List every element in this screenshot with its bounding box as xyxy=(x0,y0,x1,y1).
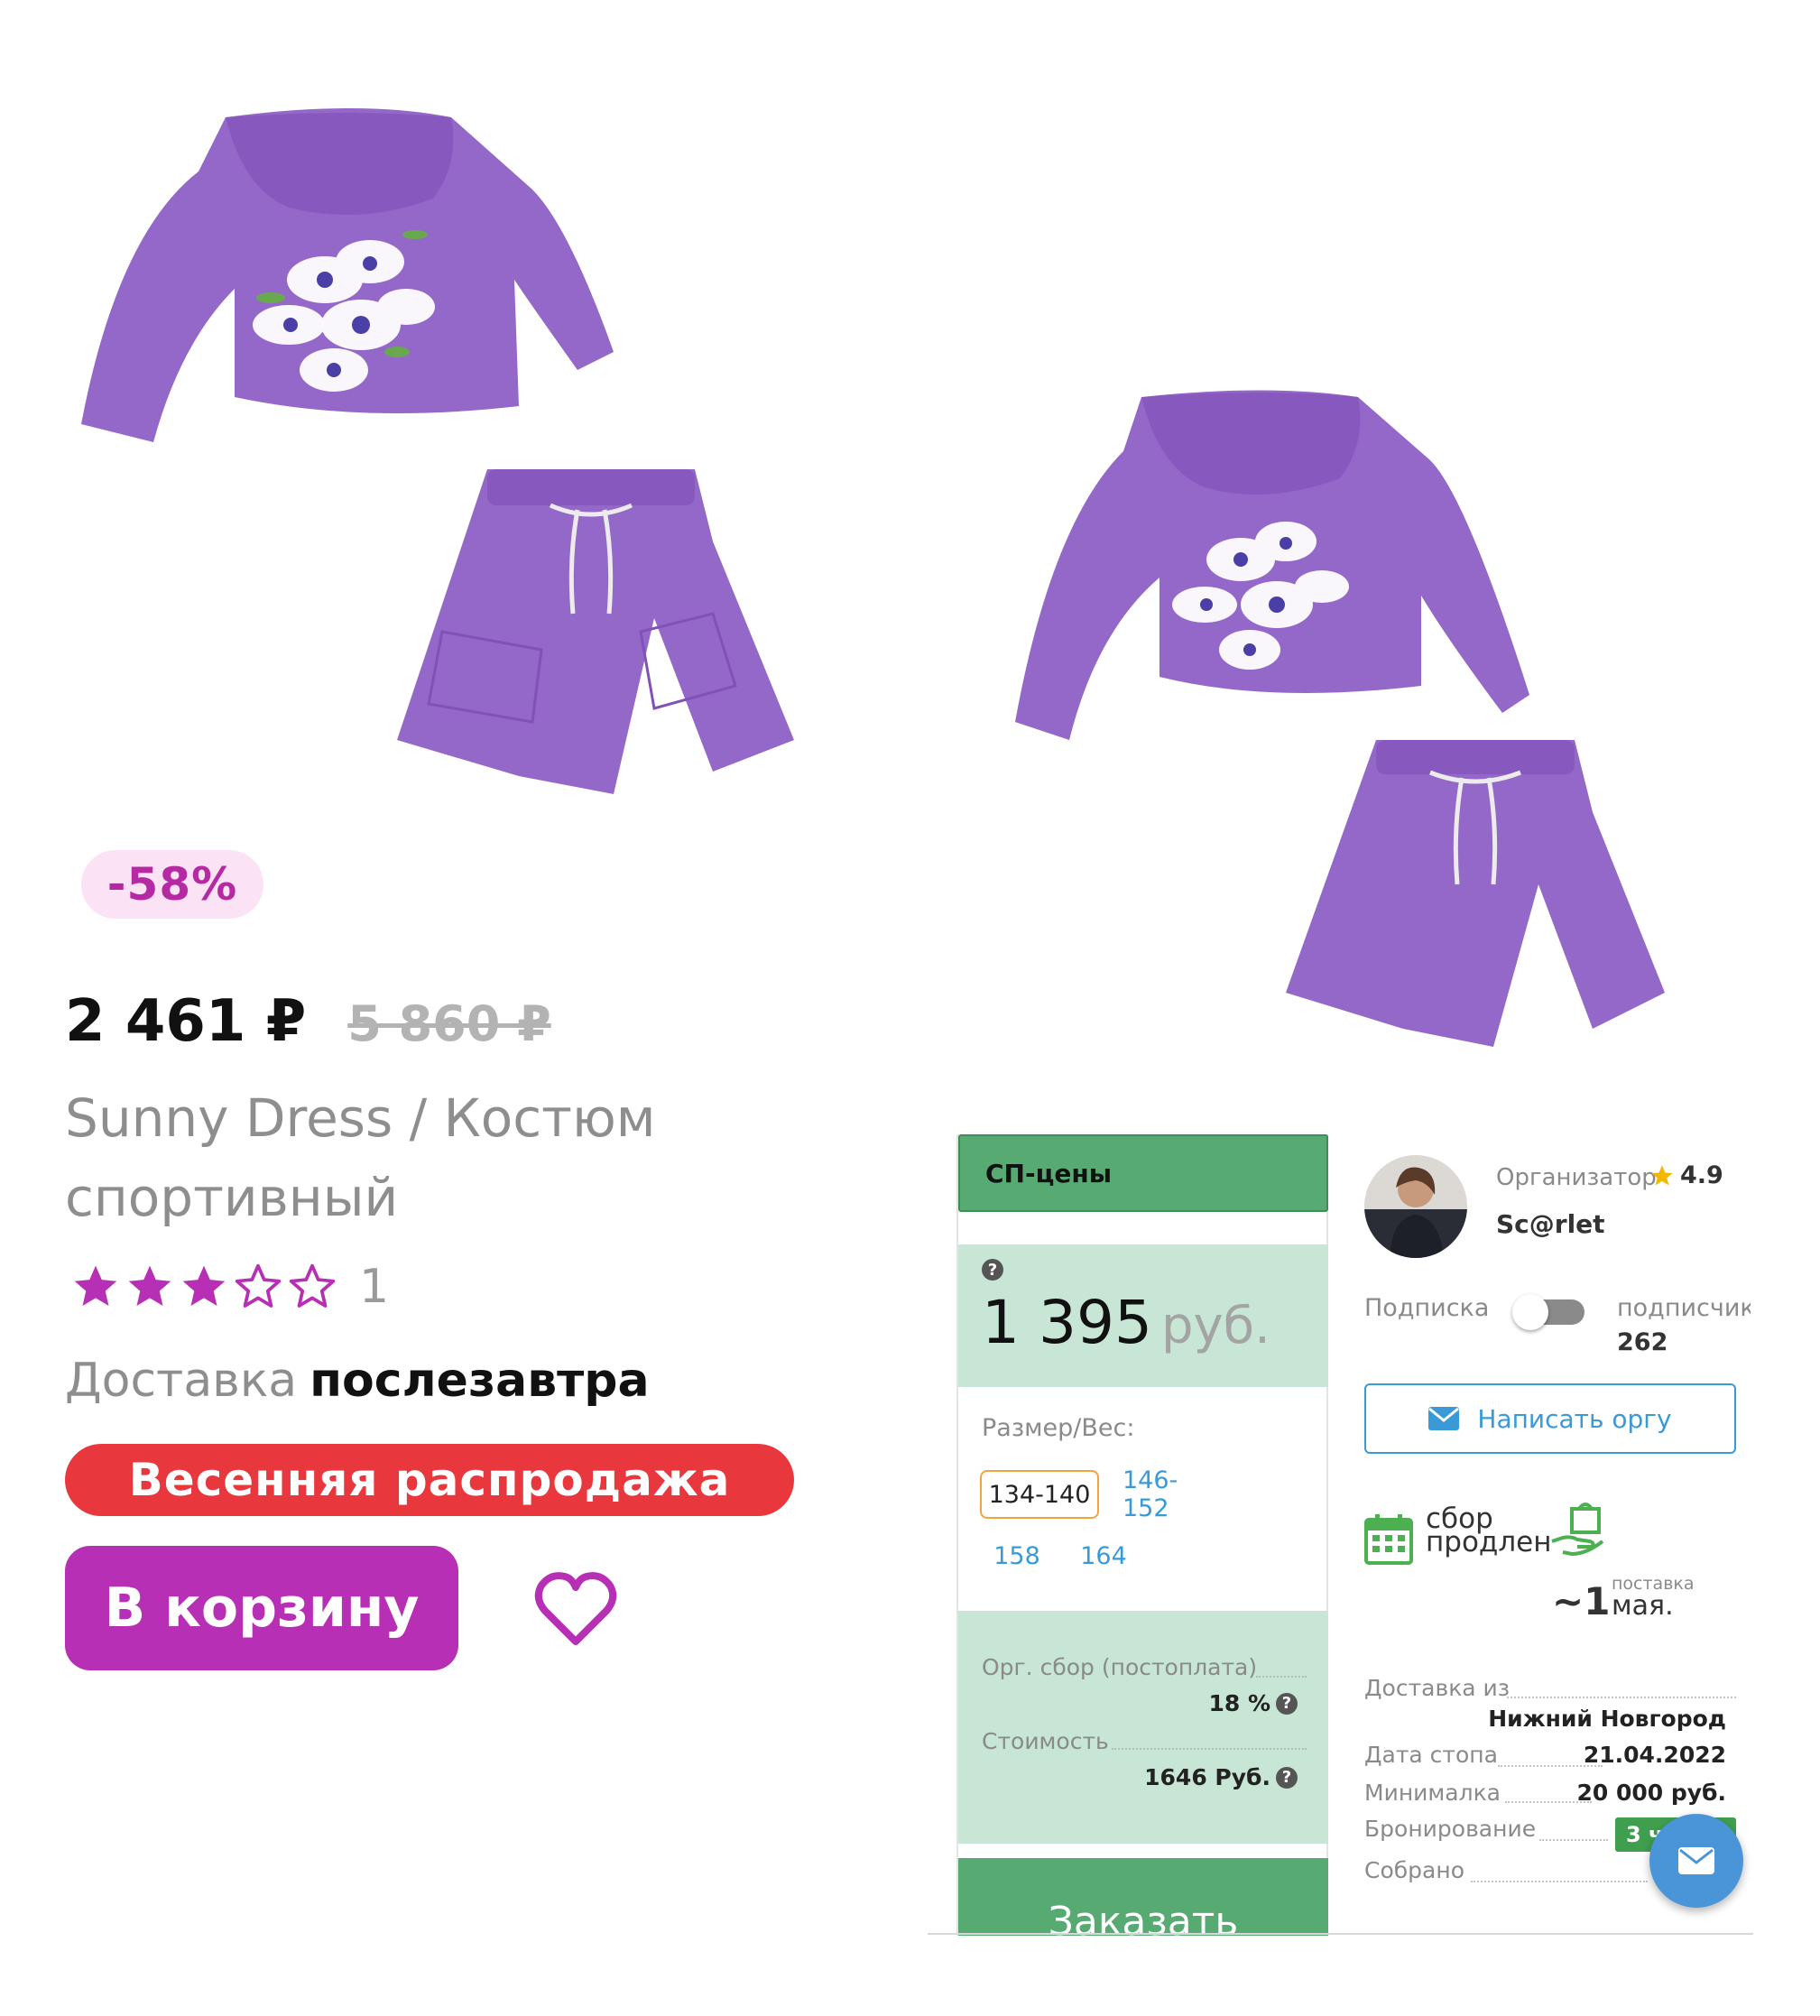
size-label: Размер/Вес: xyxy=(982,1414,1135,1442)
star-icon xyxy=(1651,1164,1673,1185)
cost-label: Стоимость xyxy=(982,1728,1109,1754)
delivery-info: Доставка послезавтра xyxy=(65,1354,650,1408)
dotted-leader xyxy=(1112,1748,1307,1750)
toggle-knob xyxy=(1512,1294,1548,1330)
favorite-button[interactable] xyxy=(532,1566,619,1652)
delivery-from-label: Доставка из xyxy=(1364,1675,1511,1701)
collection-extended: сбор продлен xyxy=(1426,1505,1552,1558)
subscribers-count: 262 xyxy=(1617,1328,1668,1356)
product-title[interactable]: Sunny Dress / Костюм спортивный xyxy=(65,1078,697,1237)
order-button[interactable]: Заказать xyxy=(958,1858,1328,1936)
sale-banner[interactable]: Весенняя распродажа xyxy=(65,1444,794,1516)
sp-fee-box: Орг. сбор (постоплата) 18 % ? Стоимость … xyxy=(958,1611,1328,1844)
sp-price-value: 1 395 xyxy=(982,1288,1152,1357)
stop-date-label: Дата стопа xyxy=(1364,1742,1498,1768)
dotted-leader xyxy=(1539,1839,1608,1841)
write-organizer-button[interactable]: Написать оргу xyxy=(1364,1383,1736,1454)
star-empty-icon xyxy=(289,1263,336,1308)
question-circle-icon[interactable]: ? xyxy=(1276,1766,1298,1789)
organizer-rating-value: 4.9 xyxy=(1680,1161,1723,1189)
org-fee-value: 18 % ? xyxy=(1208,1690,1298,1716)
dotted-leader xyxy=(1471,1881,1648,1882)
divider xyxy=(928,1933,1753,1935)
rating-row[interactable]: 1 xyxy=(70,1260,389,1314)
minimum-label: Минималка xyxy=(1364,1780,1501,1806)
sp-price: 1 395 руб. xyxy=(982,1288,1270,1357)
dotted-leader xyxy=(1256,1676,1307,1678)
delivery-value: послезавтра xyxy=(309,1354,650,1408)
heart-outline-icon xyxy=(534,1572,617,1645)
subscription-label: Подписка xyxy=(1364,1294,1490,1322)
dotted-leader xyxy=(1507,1697,1736,1698)
organizer-avatar[interactable] xyxy=(1364,1155,1467,1258)
order-button-label: Заказать xyxy=(1048,1899,1239,1936)
sp-price-box: ? 1 395 руб. xyxy=(958,1244,1328,1387)
message-fab-button[interactable] xyxy=(1649,1814,1743,1908)
size-option-134-140[interactable]: 134-140 xyxy=(980,1470,1099,1519)
subscribers-label: подписчиков xyxy=(1617,1294,1751,1322)
stop-date-value: 21.04.2022 xyxy=(1583,1742,1726,1768)
org-fee-label: Орг. сбор (постоплата) xyxy=(982,1654,1258,1680)
star-filled-icon xyxy=(182,1265,226,1306)
calendar-icon xyxy=(1364,1514,1413,1565)
add-to-cart-button[interactable]: В корзину xyxy=(65,1546,458,1670)
cost-amount: 1646 Руб. xyxy=(1144,1764,1270,1790)
envelope-fab-icon xyxy=(1678,1847,1714,1874)
old-price: 5 860 ₽ xyxy=(347,995,551,1052)
sp-price-panel: СП-цены ? 1 395 руб. Размер/Вес: 134-140 … xyxy=(956,1134,1328,1936)
price-row: 2 461 ₽ 5 860 ₽ xyxy=(65,988,551,1055)
hand-package-icon xyxy=(1551,1503,1604,1556)
product-title-line2: спортивный xyxy=(65,1167,399,1228)
minimum-value: 20 000 руб. xyxy=(1576,1780,1726,1806)
current-price: 2 461 ₽ xyxy=(65,988,307,1055)
delivery-approx: ~1 xyxy=(1552,1579,1611,1623)
collection-line2: продлен xyxy=(1426,1526,1552,1558)
organizer-rating: 4.9 xyxy=(1649,1161,1723,1189)
star-filled-icon xyxy=(128,1265,171,1306)
product-title-line1: Sunny Dress / Костюм xyxy=(65,1087,656,1149)
question-circle-icon[interactable]: ? xyxy=(982,1259,1003,1281)
question-circle-icon[interactable]: ? xyxy=(1276,1692,1298,1715)
delivery-month: мая. xyxy=(1612,1590,1674,1622)
write-organizer-label: Написать оргу xyxy=(1477,1403,1672,1434)
envelope-icon xyxy=(1428,1407,1460,1430)
discount-badge: -58% xyxy=(81,850,263,919)
right-product-photo[interactable] xyxy=(997,361,1701,1065)
review-count: 1 xyxy=(359,1260,390,1314)
size-option-164[interactable]: 164 xyxy=(1067,1531,1141,1580)
booking-label: Бронирование xyxy=(1364,1816,1537,1842)
cost-value: 1646 Руб. ? xyxy=(1144,1764,1298,1790)
organizer-name[interactable]: Sc@rlet xyxy=(1496,1209,1605,1239)
star-filled-icon xyxy=(74,1265,117,1306)
size-option-146-152[interactable]: 146-152 xyxy=(1122,1466,1222,1522)
sp-price-unit: руб. xyxy=(1160,1297,1270,1355)
organizer-label: Организатор xyxy=(1496,1164,1657,1191)
size-option-158[interactable]: 158 xyxy=(980,1531,1054,1580)
delivery-label: Доставка xyxy=(65,1354,298,1408)
subscription-toggle[interactable] xyxy=(1512,1294,1586,1330)
delivery-from-value: Нижний Новгород xyxy=(1488,1706,1726,1732)
left-product-photo[interactable] xyxy=(63,54,821,821)
collected-label: Собрано xyxy=(1364,1857,1464,1883)
org-fee-percent: 18 % xyxy=(1208,1690,1270,1716)
sp-header: СП-цены xyxy=(958,1134,1328,1212)
star-empty-icon xyxy=(235,1263,282,1308)
